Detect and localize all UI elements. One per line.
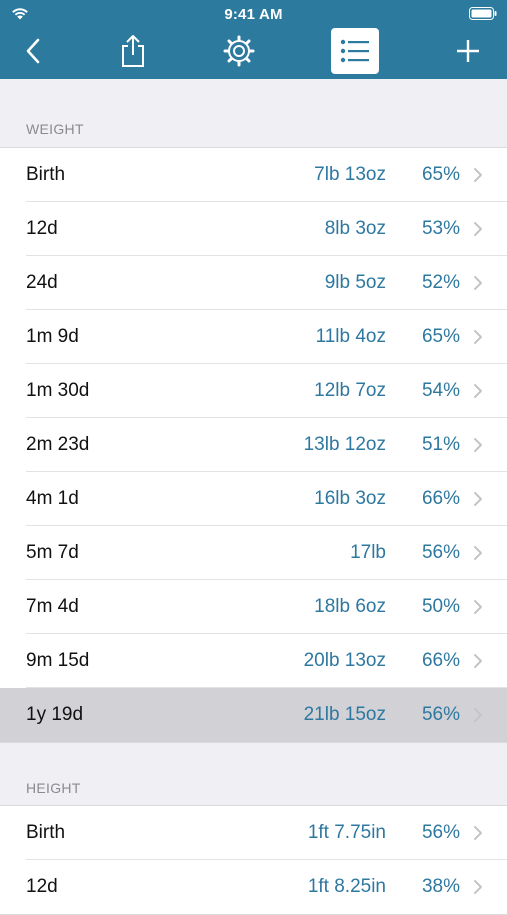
percentile-value: 65% (421, 164, 460, 185)
age-label: Birth (26, 164, 66, 185)
weight-list: Birth 7lb 13oz 65% 12d 8lb 3oz 53% 24d 9lb 5oz 5… (0, 147, 507, 743)
measurement-value: 8lb 3oz (324, 218, 386, 239)
measurement-value: 1ft 7.75in (307, 822, 386, 843)
status-time: 9:41 AM (224, 6, 283, 23)
chevron-right-icon (474, 492, 482, 506)
share-icon (122, 35, 144, 67)
measurement-value: 13lb 12oz (303, 434, 386, 455)
age-label: 24d (26, 272, 58, 293)
list-item[interactable]: 1m 30d 12lb 7oz 54% (0, 364, 507, 418)
measurement-value: 18lb 6oz (314, 596, 386, 617)
chevron-right-icon (474, 168, 482, 182)
chevron-right-icon (474, 654, 482, 668)
measurement-value: 7lb 13oz (314, 164, 386, 185)
height-section-header: HEIGHT (26, 780, 81, 796)
percentile-value: 51% (421, 434, 460, 455)
percentile-value: 56% (421, 704, 460, 725)
age-label: 1y 19d (26, 704, 84, 725)
chevron-right-icon (474, 708, 482, 722)
list-item[interactable]: 1m 9d 11lb 4oz 65% (0, 310, 507, 364)
percentile-value: 66% (421, 488, 460, 509)
list-item[interactable]: Birth 7lb 13oz 65% (0, 148, 507, 202)
list-item[interactable]: 1y 19d 21lb 15oz 56% (0, 688, 507, 742)
age-label: 4m 1d (26, 488, 79, 509)
age-label: 1m 30d (26, 380, 90, 401)
list-icon (340, 39, 369, 63)
percentile-value: 56% (421, 822, 460, 843)
chevron-right-icon (474, 600, 482, 614)
age-label: 12d (26, 876, 58, 897)
chevron-right-icon (474, 276, 482, 290)
list-item[interactable]: 2m 23d 13lb 12oz 51% (0, 418, 507, 472)
navigation-bar: 9:41 AM (0, 0, 507, 79)
measurement-value: 21lb 15oz (303, 704, 386, 725)
measurement-value: 9lb 5oz (324, 272, 386, 293)
age-label: 5m 7d (26, 542, 79, 563)
age-label: 9m 15d (26, 650, 90, 671)
age-label: 12d (26, 218, 58, 239)
share-button[interactable] (113, 31, 153, 71)
add-button[interactable] (450, 31, 486, 71)
age-label: 7m 4d (26, 596, 79, 617)
settings-button[interactable] (218, 31, 260, 71)
percentile-value: 52% (421, 272, 460, 293)
measurement-value: 16lb 3oz (314, 488, 386, 509)
height-list: Birth 1ft 7.75in 56% 12d 1ft 8.25in 38% (0, 805, 507, 915)
percentile-value: 38% (421, 876, 460, 897)
percentile-value: 50% (421, 596, 460, 617)
measurement-value: 12lb 7oz (314, 380, 386, 401)
list-item[interactable]: 5m 7d 17lb 56% (0, 526, 507, 580)
chevron-right-icon (474, 222, 482, 236)
chevron-right-icon (474, 438, 482, 452)
battery-icon (469, 7, 497, 25)
measurement-value: 11lb 4oz (315, 326, 386, 347)
list-item[interactable]: 9m 15d 20lb 13oz 66% (0, 634, 507, 688)
measurement-value: 17lb (350, 542, 386, 563)
chevron-right-icon (474, 384, 482, 398)
percentile-value: 56% (421, 542, 460, 563)
list-item[interactable]: 4m 1d 16lb 3oz 66% (0, 472, 507, 526)
list-item[interactable]: 24d 9lb 5oz 52% (0, 256, 507, 310)
percentile-value: 66% (421, 650, 460, 671)
chevron-right-icon (474, 546, 482, 560)
percentile-value: 54% (421, 380, 460, 401)
measurement-value: 1ft 8.25in (307, 876, 386, 897)
chevron-right-icon (474, 330, 482, 344)
percentile-value: 53% (421, 218, 460, 239)
weight-section-header: WEIGHT (26, 121, 84, 137)
list-view-button[interactable] (331, 28, 379, 74)
chevron-left-icon (26, 38, 40, 64)
age-label: 1m 9d (26, 326, 79, 347)
chevron-right-icon (474, 880, 482, 894)
list-item[interactable]: 7m 4d 18lb 6oz 50% (0, 580, 507, 634)
list-item[interactable]: 12d 1ft 8.25in 38% (0, 860, 507, 914)
measurement-value: 20lb 13oz (303, 650, 386, 671)
gear-icon (223, 35, 255, 67)
list-item[interactable]: 12d 8lb 3oz 53% (0, 202, 507, 256)
back-button[interactable] (18, 31, 48, 71)
chevron-right-icon (474, 826, 482, 840)
plus-icon (457, 40, 479, 62)
age-label: Birth (26, 822, 66, 843)
age-label: 2m 23d (26, 434, 90, 455)
percentile-value: 65% (421, 326, 460, 347)
list-item[interactable]: Birth 1ft 7.75in 56% (0, 806, 507, 860)
